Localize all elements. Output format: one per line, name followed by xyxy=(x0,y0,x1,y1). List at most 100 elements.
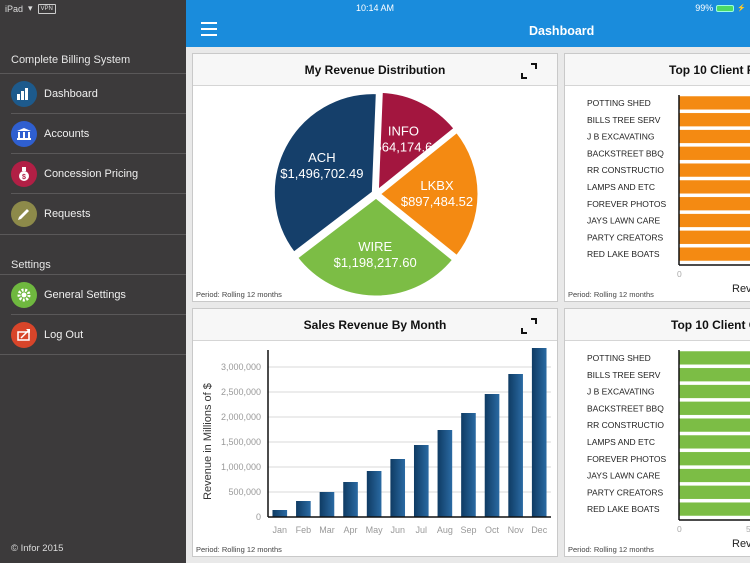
x-tick-label: 0 xyxy=(677,524,682,534)
category-label: BACKSTREET BBQ xyxy=(587,148,664,158)
category-label: PARTY CREATORS xyxy=(587,487,664,497)
slice-label: LKBX xyxy=(420,178,454,193)
x-tick-label: Jul xyxy=(416,525,428,535)
hbar[interactable] xyxy=(678,246,750,262)
money-bag-icon: $ xyxy=(11,161,37,187)
battery-percent: 99% xyxy=(695,3,714,13)
hbar[interactable] xyxy=(678,162,750,178)
category-label: JAYS LAWN CARE xyxy=(587,471,661,481)
hbar[interactable] xyxy=(678,146,750,161)
bar-mar[interactable] xyxy=(319,492,335,517)
hbar[interactable] xyxy=(678,485,750,500)
svg-text:$: $ xyxy=(22,174,26,181)
category-label: FOREVER PHOTOS xyxy=(587,454,667,464)
pencil-icon xyxy=(11,201,37,227)
card-title: Top 10 Client C xyxy=(671,317,750,332)
hbar[interactable] xyxy=(678,95,750,111)
hbar[interactable] xyxy=(678,451,750,466)
revenue-distribution-card: My Revenue Distribution INFO $564,174.64 L… xyxy=(192,53,558,302)
sidebar-item-accounts[interactable]: Accounts xyxy=(0,114,186,154)
wifi-icon: ▾ xyxy=(28,3,33,13)
period-label: Period: Rolling 12 months xyxy=(196,290,282,299)
category-label: J B EXCAVATING xyxy=(587,132,655,142)
y-axis-label: Revenue in Millions of $ xyxy=(202,383,214,500)
battery-indicator: 99% ⚡ xyxy=(695,3,746,13)
y-tick-label: 1,500,000 xyxy=(221,437,261,447)
sidebar-item-label: Log Out xyxy=(44,329,84,341)
battery-icon xyxy=(716,4,735,12)
x-tick-label: May xyxy=(366,525,384,535)
bar-may[interactable] xyxy=(366,471,382,517)
sidebar-item-log-out[interactable]: Log Out xyxy=(0,315,186,355)
category-label: LAMPS AND ETC xyxy=(587,437,655,447)
logout-icon xyxy=(11,322,37,348)
hbar[interactable] xyxy=(678,384,750,399)
hbar[interactable] xyxy=(678,468,750,483)
card-title: Top 10 Client R xyxy=(669,62,750,77)
y-tick-label: 1,000,000 xyxy=(221,462,261,472)
hbar[interactable] xyxy=(678,417,750,433)
x-tick-label: Feb xyxy=(296,525,312,535)
bar-dec[interactable] xyxy=(531,348,547,517)
x-tick-label: 5 xyxy=(746,524,750,534)
slice-value-label: $1,198,217.60 xyxy=(334,255,417,270)
category-label: POTTING SHED xyxy=(587,353,651,363)
x-tick-label: 0 xyxy=(677,269,682,279)
sidebar-item-concession-pricing[interactable]: $ Concession Pricing xyxy=(0,154,186,194)
category-label: FOREVER PHOTOS xyxy=(587,199,667,209)
slice-label: INFO xyxy=(388,124,419,139)
hbar[interactable] xyxy=(678,367,750,382)
category-label: POTTING SHED xyxy=(587,98,651,108)
category-label: RR CONSTRUCTIO xyxy=(587,420,664,430)
expand-icon[interactable] xyxy=(521,63,537,79)
bar-oct[interactable] xyxy=(484,394,500,517)
card-header: Top 10 Client R xyxy=(565,54,750,86)
category-label: RED LAKE BOATS xyxy=(587,504,660,514)
sidebar-item-label: General Settings xyxy=(44,289,126,301)
x-tick-label: Nov xyxy=(508,525,525,535)
hbar[interactable] xyxy=(678,213,750,228)
slice-value-label: $1,496,702.49 xyxy=(280,166,363,181)
bar-jun[interactable] xyxy=(390,459,406,517)
slice-value-label: $897,484.52 xyxy=(401,194,473,209)
sidebar-item-label: Concession Pricing xyxy=(44,168,139,180)
category-label: BILLS TREE SERV xyxy=(587,115,661,125)
card-title: My Revenue Distribution xyxy=(304,62,446,77)
bar-feb[interactable] xyxy=(296,501,311,517)
hbar[interactable] xyxy=(678,230,750,245)
bar-jan[interactable] xyxy=(272,510,288,517)
vpn-badge: VPN xyxy=(37,3,56,14)
bar-sep[interactable] xyxy=(461,413,476,517)
top-clients-revenue-card: Top 10 Client R POTTING SHED BILLS TREE S… xyxy=(564,53,750,302)
bar-aug[interactable] xyxy=(437,430,453,517)
hbar[interactable] xyxy=(678,179,750,195)
sidebar-item-requests[interactable]: Requests xyxy=(0,194,186,234)
slice-label: ACH xyxy=(308,150,335,165)
hbar[interactable] xyxy=(678,196,750,211)
hbar-svg: POTTING SHED BILLS TREE SERV J B EXCAVATIN… xyxy=(587,95,750,266)
hbar[interactable] xyxy=(678,434,750,450)
expand-icon[interactable] xyxy=(521,318,537,334)
bar-nov[interactable] xyxy=(508,374,523,517)
hbar[interactable] xyxy=(678,401,750,416)
status-bar-left: iPad ▾ VPN xyxy=(5,3,56,14)
hbar[interactable] xyxy=(678,501,750,517)
bar-jul[interactable] xyxy=(413,445,429,517)
hbar[interactable] xyxy=(678,350,750,366)
sidebar-item-dashboard[interactable]: Dashboard xyxy=(0,74,186,114)
bar-apr[interactable] xyxy=(343,482,358,517)
hbar[interactable] xyxy=(678,129,750,144)
card-header: Top 10 Client C xyxy=(565,309,750,341)
bar-chart: 0 500,000 1,000,000 1,500,000 2,000,000 2,500… xyxy=(202,348,551,535)
sidebar-item-general-settings[interactable]: General Settings xyxy=(0,275,186,315)
divider xyxy=(0,234,186,235)
x-tick-label: Jun xyxy=(390,525,405,535)
sidebar-item-label: Accounts xyxy=(44,128,90,140)
category-label: JAYS LAWN CARE xyxy=(587,216,661,226)
x-tick-label: Jan xyxy=(273,525,288,535)
divider xyxy=(0,354,186,355)
card-header: My Revenue Distribution xyxy=(193,54,557,86)
hbar[interactable] xyxy=(678,112,750,127)
gear-icon xyxy=(11,282,37,308)
x-tick-label: Mar xyxy=(319,525,335,535)
